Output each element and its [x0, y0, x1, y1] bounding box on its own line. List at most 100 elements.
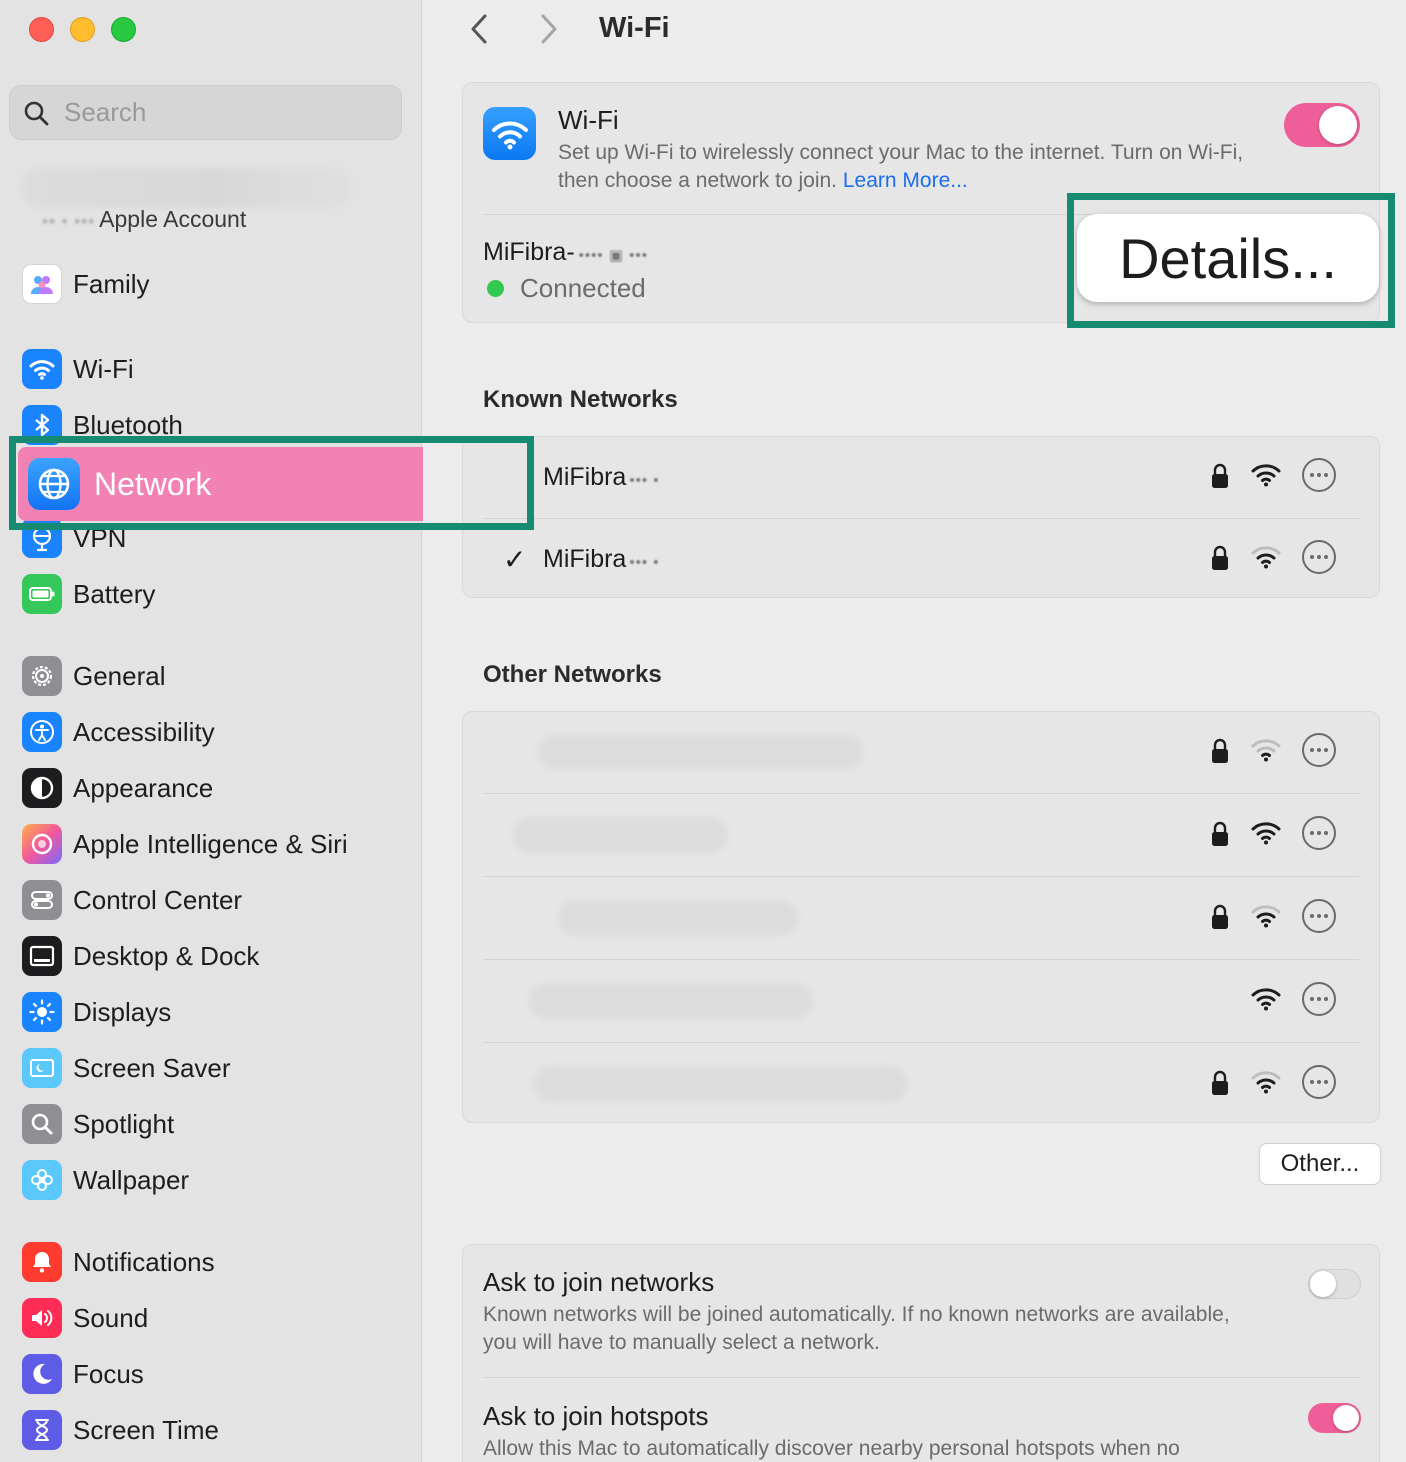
- chevron-right-icon: [541, 14, 557, 44]
- toggle-knob: [1319, 106, 1357, 144]
- lock-icon: [1212, 545, 1228, 570]
- more-options-button[interactable]: [1302, 816, 1336, 850]
- sidebar-item-label: Screen Saver: [73, 1052, 231, 1083]
- sidebar-item-label: Displays: [73, 996, 172, 1027]
- sidebar-item-apple-account[interactable]: •• • ••• Apple Account: [42, 206, 246, 233]
- back-button[interactable]: [463, 10, 495, 48]
- sidebar-item-bluetooth[interactable]: Bluetooth: [22, 403, 183, 447]
- search-input[interactable]: [64, 97, 364, 128]
- sidebar-item-label: Notifications: [73, 1246, 215, 1277]
- connected-network-name: MiFibra- •••• ▣ •••: [483, 238, 648, 267]
- sidebar-item-appearance[interactable]: Appearance: [22, 766, 213, 810]
- divider: [483, 793, 1359, 794]
- connected-network-label: MiFibra-: [483, 238, 575, 266]
- sidebar-item-displays[interactable]: Displays: [22, 990, 171, 1034]
- ask-join-hotspots-description: Allow this Mac to automatically discover…: [483, 1437, 1180, 1460]
- sidebar-item-desktop-dock[interactable]: Desktop & Dock: [22, 934, 259, 978]
- other-networks-list: [462, 711, 1380, 1123]
- wallpaper-icon: [22, 1160, 62, 1200]
- spotlight-icon: [22, 1104, 62, 1144]
- connected-network-redacted: •••• ▣ •••: [578, 247, 648, 264]
- sidebar-item-label: Focus: [73, 1358, 144, 1389]
- focus-icon: [22, 1354, 62, 1394]
- wifi-signal-weak-icon: [1251, 739, 1281, 762]
- connection-status-text: Connected: [520, 273, 646, 303]
- zoom-window-button[interactable]: [111, 17, 136, 42]
- bluetooth-icon: [22, 405, 62, 445]
- lock-icon: [1212, 904, 1228, 929]
- lock-icon: [1212, 463, 1228, 488]
- other-network-button[interactable]: Other...: [1259, 1143, 1381, 1185]
- sidebar-item-family[interactable]: Family: [22, 262, 150, 306]
- network-name-redacted: ••• •: [629, 472, 660, 489]
- more-options-button[interactable]: [1302, 1065, 1336, 1099]
- sidebar-item-screen-saver[interactable]: Screen Saver: [22, 1046, 231, 1090]
- sidebar-item-label: Network: [94, 465, 212, 502]
- wifi-icon: [22, 349, 62, 389]
- network-name-redacted: [513, 817, 728, 853]
- sidebar-item-accessibility[interactable]: Accessibility: [22, 710, 215, 754]
- wifi-description: Set up Wi-Fi to wirelessly connect your …: [558, 139, 1258, 195]
- sidebar-item-label: Accessibility: [73, 716, 215, 747]
- dock-icon: [22, 936, 62, 976]
- sidebar-item-vpn[interactable]: VPN: [22, 516, 126, 560]
- details-button[interactable]: Details...: [1077, 214, 1379, 302]
- more-options-button[interactable]: [1302, 458, 1336, 492]
- wifi-title: Wi-Fi: [558, 105, 619, 135]
- sidebar-item-label: Wi-Fi: [73, 353, 134, 384]
- learn-more-link[interactable]: Learn More...: [843, 169, 968, 192]
- forward-button[interactable]: [533, 10, 565, 48]
- wifi-signal-medium-icon: [1251, 905, 1281, 928]
- ask-join-networks-title: Ask to join networks: [483, 1267, 715, 1297]
- join-preferences-card: Ask to join networks Known networks will…: [462, 1244, 1380, 1462]
- appearance-icon: [22, 768, 62, 808]
- sidebar-item-wifi[interactable]: Wi-Fi: [22, 347, 134, 391]
- sidebar-item-control-center[interactable]: Control Center: [22, 878, 242, 922]
- sidebar-item-label: VPN: [73, 522, 127, 553]
- known-network-row[interactable]: MiFibra ••• •: [463, 437, 1379, 519]
- connection-status: Connected: [487, 273, 646, 304]
- search-field[interactable]: [9, 85, 402, 140]
- sidebar-item-spotlight[interactable]: Spotlight: [22, 1102, 174, 1146]
- toggle-knob: [1333, 1405, 1359, 1431]
- globe-icon: [28, 458, 80, 510]
- close-window-button[interactable]: [29, 17, 54, 42]
- control-center-icon: [22, 880, 62, 920]
- more-options-button[interactable]: [1302, 982, 1336, 1016]
- other-network-row[interactable]: [463, 878, 1379, 960]
- other-network-row[interactable]: [463, 795, 1379, 877]
- sidebar-item-label: Appearance: [73, 772, 214, 803]
- more-options-button[interactable]: [1302, 733, 1336, 767]
- sidebar-item-notifications[interactable]: Notifications: [22, 1240, 215, 1284]
- sidebar-item-wallpaper[interactable]: Wallpaper: [22, 1158, 189, 1202]
- network-name-redacted: ••• •: [629, 554, 660, 571]
- other-network-row[interactable]: [463, 712, 1379, 794]
- more-options-button[interactable]: [1302, 540, 1336, 574]
- sidebar-item-sound[interactable]: Sound: [22, 1296, 148, 1340]
- ask-join-hotspots-toggle[interactable]: [1308, 1403, 1361, 1433]
- account-label: Apple Account: [99, 206, 247, 232]
- toggle-knob: [1310, 1271, 1336, 1297]
- minimize-window-button[interactable]: [70, 17, 95, 42]
- vpn-icon: [22, 518, 62, 558]
- ask-join-networks-toggle[interactable]: [1308, 1269, 1361, 1299]
- other-network-row[interactable]: [463, 961, 1379, 1043]
- known-networks-list: MiFibra ••• • ✓ MiFibra ••• •: [462, 436, 1380, 598]
- sidebar-item-apple-intelligence-siri[interactable]: Apple Intelligence & Siri: [22, 822, 348, 866]
- sidebar-item-label: General: [73, 660, 166, 691]
- known-networks-title: Known Networks: [483, 386, 678, 413]
- screen-saver-icon: [22, 1048, 62, 1088]
- sidebar-item-screen-time[interactable]: Screen Time: [22, 1408, 219, 1452]
- sidebar-item-label: Wallpaper: [73, 1164, 190, 1195]
- lock-icon: [1212, 1070, 1228, 1095]
- other-network-row[interactable]: [463, 1044, 1379, 1126]
- lock-icon: [1212, 738, 1228, 763]
- more-options-button[interactable]: [1302, 899, 1336, 933]
- wifi-toggle[interactable]: [1284, 103, 1360, 147]
- checkmark-icon: ✓: [503, 544, 527, 575]
- network-name-redacted: [558, 900, 798, 936]
- known-network-row[interactable]: ✓ MiFibra ••• •: [463, 519, 1379, 601]
- sidebar-item-battery[interactable]: Battery: [22, 572, 155, 616]
- sidebar-item-general[interactable]: General: [22, 654, 166, 698]
- sidebar-item-focus[interactable]: Focus: [22, 1352, 144, 1396]
